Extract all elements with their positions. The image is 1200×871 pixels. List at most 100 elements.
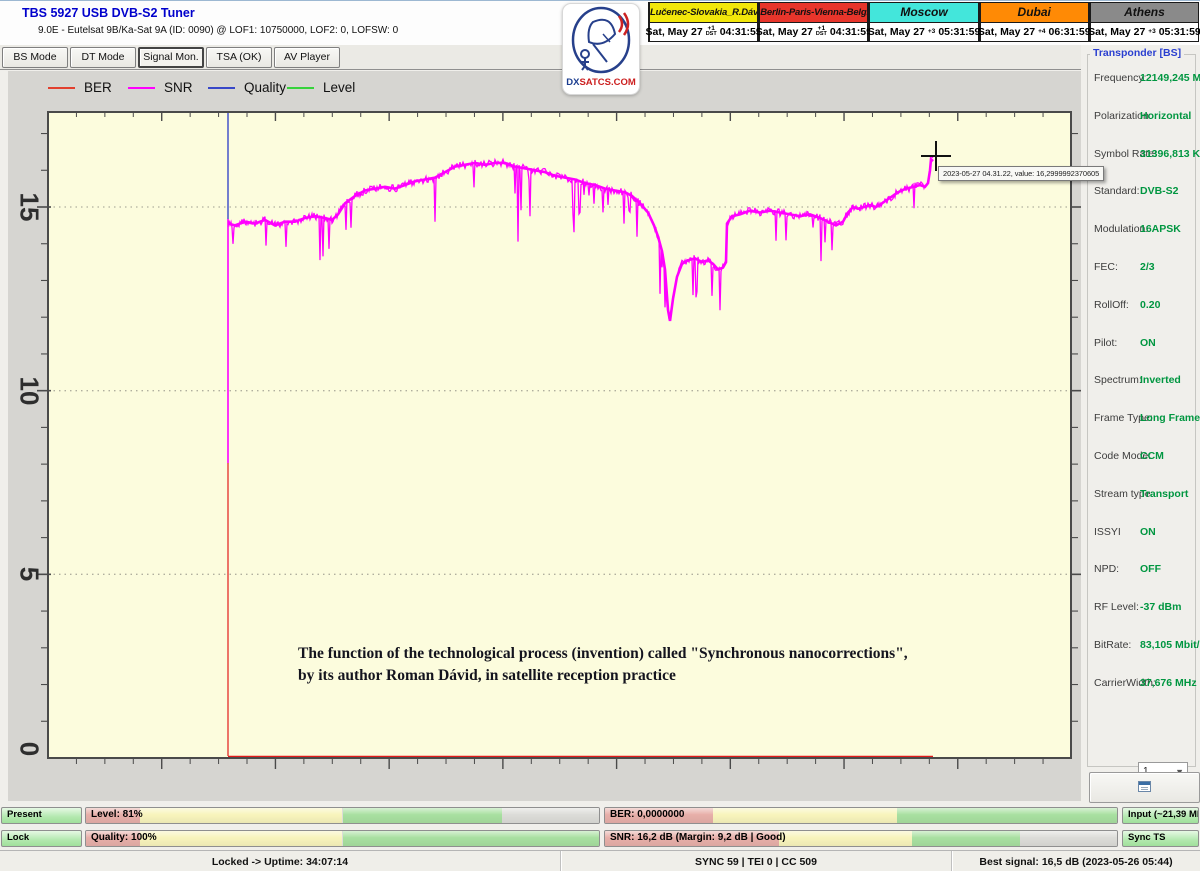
clock-hms: 06:31:59	[1049, 26, 1091, 38]
meter-segment-yellow	[713, 808, 897, 823]
transponder-group-title: Transponder [BS]	[1090, 47, 1184, 59]
logo-text: DXSATCS.COM	[563, 77, 639, 88]
transponder-groupbox: Frequency:12149,245 MHzPolarization:Hori…	[1087, 54, 1196, 767]
field-value: Horizontal	[1140, 110, 1191, 122]
field-value: CCM	[1140, 450, 1164, 462]
field-value: ON	[1140, 526, 1156, 538]
chart-annotation: The function of the technological proces…	[298, 643, 1018, 687]
bar-label: BER: 0,0000000	[610, 809, 685, 820]
transponder-rows: Frequency:12149,245 MHzPolarization:Hori…	[1088, 55, 1195, 766]
field-value: 2/3	[1140, 261, 1155, 273]
tab-bs-mode[interactable]: BS Mode	[2, 47, 68, 68]
transponder-row-npd: NPD: OFF	[1094, 563, 1192, 575]
meter-segment-green	[912, 831, 1020, 846]
bar-label: SNR: 16,2 dB (Margin: 9,2 dB | Good)	[610, 832, 786, 843]
transponder-row-fec: FEC: 2/3	[1094, 261, 1192, 273]
clock-time: Sat, May 27+305:31:59	[1091, 23, 1198, 42]
dst-flag: DST	[706, 32, 717, 38]
bar-label: Level: 81%	[91, 809, 143, 820]
clock-date: Sat, May 27	[868, 26, 925, 38]
y-axis-label-5: 5	[14, 567, 45, 581]
clock-date: Sat, May 27	[756, 26, 813, 38]
offset-value: +4	[1038, 29, 1045, 36]
field-label: NPD:	[1094, 563, 1119, 575]
offset-value: +3	[928, 29, 935, 36]
tab-av-player[interactable]: AV Player	[274, 47, 340, 68]
clock-city-label: Athens	[1091, 3, 1198, 23]
tab-dt-mode[interactable]: DT Mode	[70, 47, 136, 68]
clock-time: Sat, May 27+305:31:59	[870, 23, 977, 42]
field-label: Standard:	[1094, 185, 1140, 197]
satellite-dish-icon	[563, 4, 639, 76]
clock-city-label: Dubai	[981, 3, 1088, 23]
y-axis-label-0: 0	[14, 742, 45, 756]
bar-label: Lock	[7, 832, 29, 843]
clock-time: Sat, May 27+1DST04:31:59	[760, 23, 867, 42]
transponder-row-pilot: Pilot: ON	[1094, 337, 1192, 349]
y-axis-label-15: 15	[14, 193, 45, 222]
utc-offset: +1DST	[706, 26, 717, 38]
clock-city-label: Berlin-Paris-Vienna-Belgrade	[760, 3, 867, 23]
tab-tsa-ok[interactable]: TSA (OK)	[206, 47, 272, 68]
lock-bar: Lock	[1, 830, 82, 847]
window-title: TBS 5927 USB DVB-S2 Tuner	[22, 6, 195, 20]
transponder-row-rolloff: RollOff:0.20	[1094, 299, 1192, 311]
meter-row-1: PresentLevel: 81%BER: 0,0000000Input (~2…	[0, 807, 1200, 825]
signal-chart-canvas: BERSNRQualityLevel 051015 The function o…	[8, 71, 1081, 801]
dst-flag: DST	[816, 32, 827, 38]
utc-offset: +3	[928, 29, 935, 36]
field-label: ISSYI	[1094, 526, 1121, 538]
application-window: TBS 5927 USB DVB-S2 Tuner 9.0E - Eutelsa…	[0, 0, 1200, 871]
clock-dubai: Dubai Sat, May 27+4 06:31:59	[979, 2, 1089, 42]
transponder-row-spectrum: Spectrum:Inverted	[1094, 374, 1192, 386]
clock-athens: AthensSat, May 27+305:31:59	[1089, 2, 1199, 42]
tab-signal-mon[interactable]: Signal Mon.	[138, 47, 204, 68]
clock-hms: 05:31:59	[938, 26, 980, 38]
field-value: Transport	[1140, 488, 1188, 500]
transponder-row-modulation: Modulation:16APSK	[1094, 223, 1192, 235]
clock-berlin-paris-vienna-belgrade: Berlin-Paris-Vienna-BelgradeSat, May 27+…	[758, 2, 868, 42]
annotation-line-1: The function of the technological proces…	[298, 643, 1018, 665]
meter-segment-yellow	[140, 831, 343, 846]
sync-status: SYNC 59 | TEI 0 | CC 509	[561, 851, 951, 871]
field-label: BitRate:	[1094, 639, 1131, 651]
field-label: Frequency:	[1094, 72, 1147, 84]
meter-segment-yellow	[779, 831, 912, 846]
clock-strip: Lučenec-Slovakia_R.DávidSat, May 27+1DST…	[648, 2, 1199, 42]
meter-segment-green	[897, 808, 1117, 823]
utc-offset: +1DST	[816, 26, 827, 38]
transponder-row-symbol-rate: Symbol Rate:31396,813 KS/s	[1094, 148, 1192, 160]
meter-segment-gray	[1020, 831, 1117, 846]
field-value: 37,676 MHz	[1140, 677, 1197, 689]
field-label: RF Level:	[1094, 601, 1139, 613]
level-81-bar: Level: 81%	[85, 807, 600, 824]
transponder-row-rf-level: RF Level:-37 dBm	[1094, 601, 1192, 613]
transponder-row-bitrate: BitRate:83,105 Mbit/s	[1094, 639, 1192, 651]
bar-label: Quality: 100%	[91, 832, 157, 843]
field-label: RollOff:	[1094, 299, 1129, 311]
clock-lu-enec-slovakia-r-d-vid: Lučenec-Slovakia_R.DávidSat, May 27+1DST…	[648, 2, 758, 42]
clock-date: Sat, May 27	[978, 26, 1035, 38]
snr-chart-plot[interactable]	[8, 71, 1081, 801]
sync-ts-bar: Sync TS	[1122, 830, 1199, 847]
y-axis-label-10: 10	[14, 376, 45, 405]
input-21-39-mbps-bar: Input (~21,39 Mbps)	[1122, 807, 1199, 824]
meter-row-2: Lock Quality: 100% SNR: 16,2 dB (Margin: 9…	[0, 830, 1200, 848]
right-panel: Transponder [BS] Frequency:12149,245 MHz…	[1081, 45, 1200, 805]
field-value: 16APSK	[1140, 223, 1181, 235]
transponder-row-frame-type: Frame Type:Long Frame	[1094, 412, 1192, 424]
clock-hms: 04:31:59	[830, 26, 872, 38]
window-toggle-button[interactable]	[1089, 772, 1200, 803]
field-value: ON	[1140, 337, 1156, 349]
field-value: OFF	[1140, 563, 1161, 575]
meter-segment-gray	[502, 808, 599, 823]
best-signal-status: Best signal: 16,5 dB (2023-05-26 05:44)	[952, 851, 1200, 871]
field-value: 12149,245 MHz	[1140, 72, 1200, 84]
field-value: 31396,813 KS/s	[1140, 148, 1200, 160]
meter-segment-green	[343, 808, 502, 823]
field-label: FEC:	[1094, 261, 1118, 273]
field-label: Pilot:	[1094, 337, 1117, 349]
bar-label: Sync TS	[1128, 832, 1166, 843]
clock-time: Sat, May 27+1DST04:31:59	[650, 23, 757, 42]
transponder-row-code-mode: Code Mode:CCM	[1094, 450, 1192, 462]
